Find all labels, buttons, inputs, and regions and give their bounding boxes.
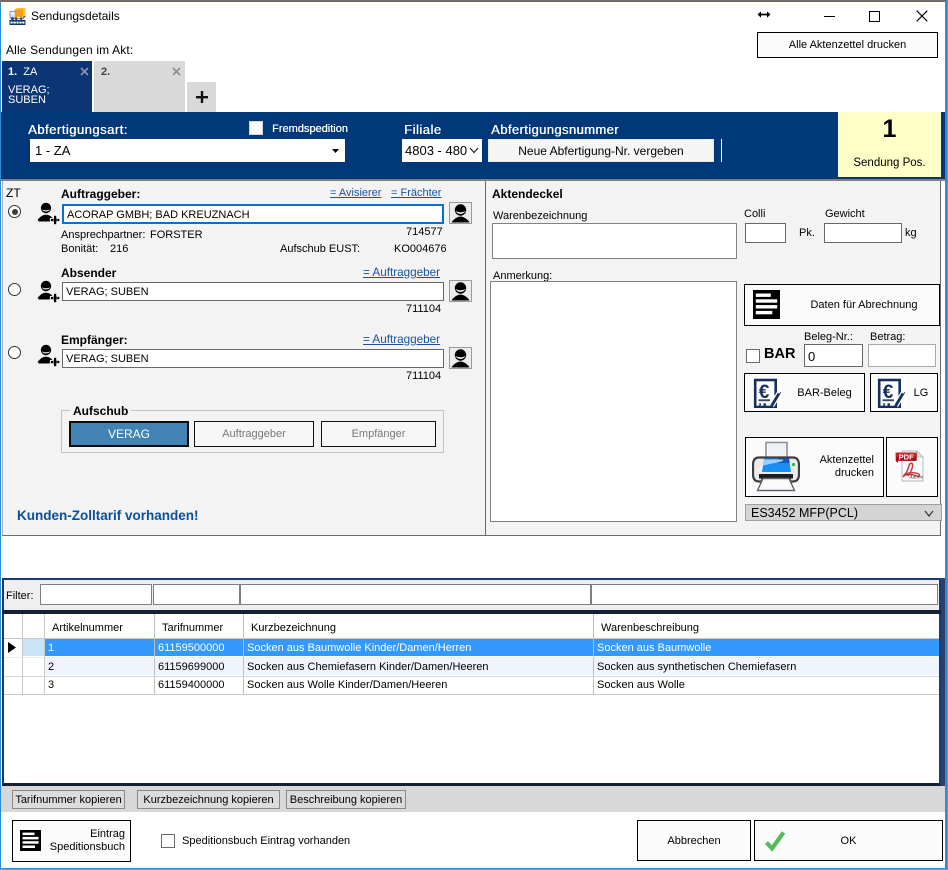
svg-text:PDF: PDF xyxy=(899,453,915,462)
svg-text:Adobe: Adobe xyxy=(908,475,923,481)
